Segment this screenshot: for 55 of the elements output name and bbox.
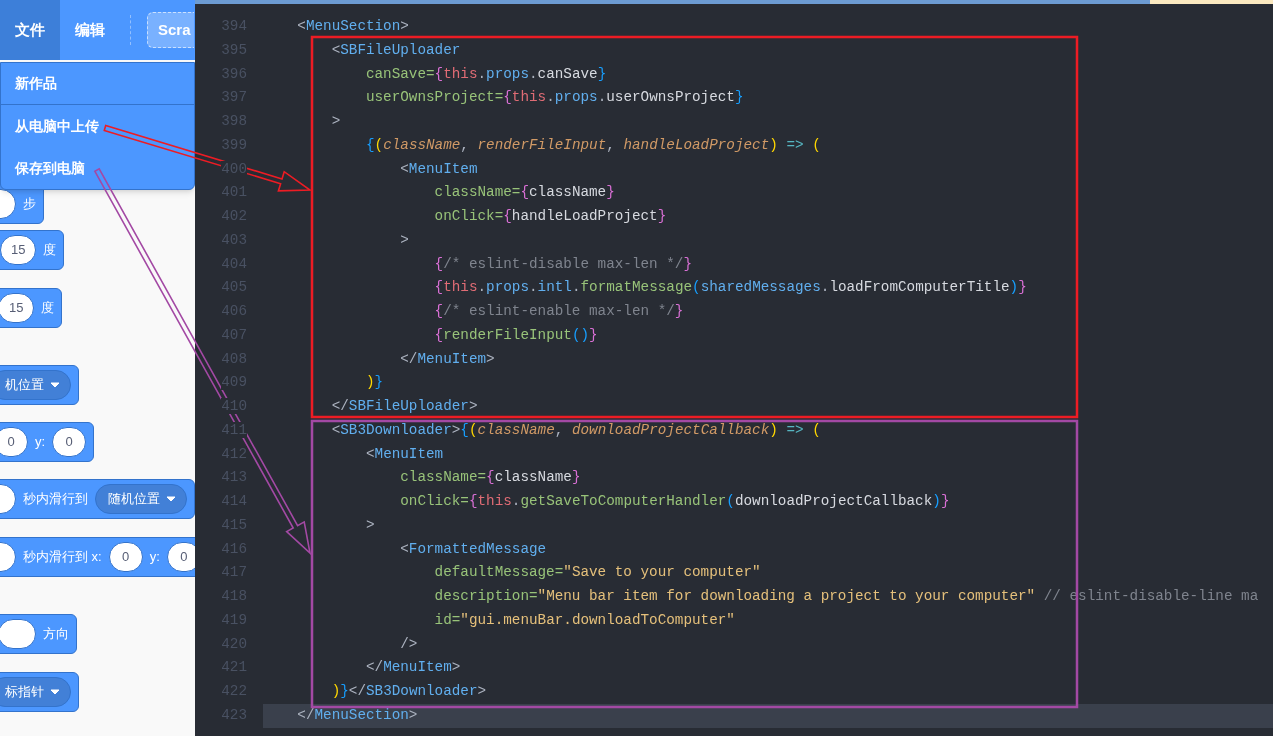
number-input[interactable]: 0 xyxy=(108,542,143,572)
code-line: className={className} xyxy=(433,183,616,203)
number-input[interactable]: 15 xyxy=(0,293,35,323)
menu-item[interactable]: 从电脑中上传 xyxy=(1,105,194,147)
caret-icon xyxy=(50,689,60,695)
dropdown-menu[interactable]: 标指针 xyxy=(0,677,71,707)
block-label: 步 xyxy=(23,195,36,214)
block-label: 度 xyxy=(43,241,57,260)
code-line: <SB3Downloader>{(className, downloadProjectCallback) => ( xyxy=(330,420,822,440)
caret-icon xyxy=(166,496,176,502)
menu-bar-item[interactable]: 文件 xyxy=(0,0,60,60)
number-input[interactable]: 0 xyxy=(0,427,28,457)
block-label: 度 xyxy=(41,299,55,318)
code-line: > xyxy=(330,112,342,132)
code-line: {this.props.intl.formatMessage(sharedMessages.loadFromComputerTitle)} xyxy=(433,278,1028,298)
code-line: userOwnsProject={this.props.userOwnsProject} xyxy=(364,88,745,108)
code-line: <MenuItem xyxy=(364,444,445,464)
dropdown-menu[interactable]: 随机位置 xyxy=(95,484,187,514)
block-label: y: xyxy=(35,433,46,452)
code-line: )}</SB3Downloader> xyxy=(330,682,488,702)
menu-bar-item[interactable]: 编辑 xyxy=(60,0,120,60)
code-line: )} xyxy=(364,373,385,393)
code-line: onClick={handleLoadProject} xyxy=(433,207,668,227)
block-label: 秒内滑行到 x: xyxy=(23,548,102,567)
code-line: canSave={this.props.canSave} xyxy=(364,64,608,84)
input-field[interactable] xyxy=(0,619,36,649)
block-label: 秒内滑行到 xyxy=(23,490,88,509)
code-line: onClick={this.getSaveToComputerHandler(downloadProjectCallback)} xyxy=(399,492,951,512)
number-input[interactable]: 15 xyxy=(0,235,37,265)
code-line: {/* eslint-enable max-len */} xyxy=(433,302,685,322)
code-line: <FormattedMessage xyxy=(399,539,548,559)
menu-item[interactable]: 保存到电脑 xyxy=(1,147,194,189)
block-label: y: xyxy=(149,548,160,567)
number-input[interactable]: 0 xyxy=(166,542,195,572)
code-line: > xyxy=(399,230,410,250)
code-line: {renderFileInput()} xyxy=(433,325,599,345)
code-line: <MenuSection> xyxy=(296,17,410,37)
code-line: defaultMessage="Save to your computer" xyxy=(433,563,762,583)
code-line: {/* eslint-disable max-len */} xyxy=(433,254,693,274)
code-line: /> xyxy=(399,634,419,654)
code-line: className={className} xyxy=(399,468,582,488)
project-title-button[interactable]: Scra xyxy=(147,12,194,48)
code-line: {(className, renderFileInput, handleLoadProject) => ( xyxy=(364,135,822,155)
menu-item[interactable]: 新作品 xyxy=(1,63,194,105)
code-line: </MenuItem> xyxy=(364,658,462,678)
code-line: id="gui.menuBar.downloadToComputer" xyxy=(433,610,736,630)
code-line: > xyxy=(364,515,376,535)
code-line: <SBFileUploader xyxy=(330,40,462,60)
code-line: <MenuItem xyxy=(399,159,479,179)
code-line: </MenuItem> xyxy=(399,349,496,369)
block-label: 方向 xyxy=(43,625,69,644)
code-line: </SBFileUploader> xyxy=(330,397,479,417)
caret-icon xyxy=(50,382,60,388)
number-input[interactable]: 0 xyxy=(52,427,87,457)
dropdown-menu[interactable]: 机位置 xyxy=(0,370,71,400)
